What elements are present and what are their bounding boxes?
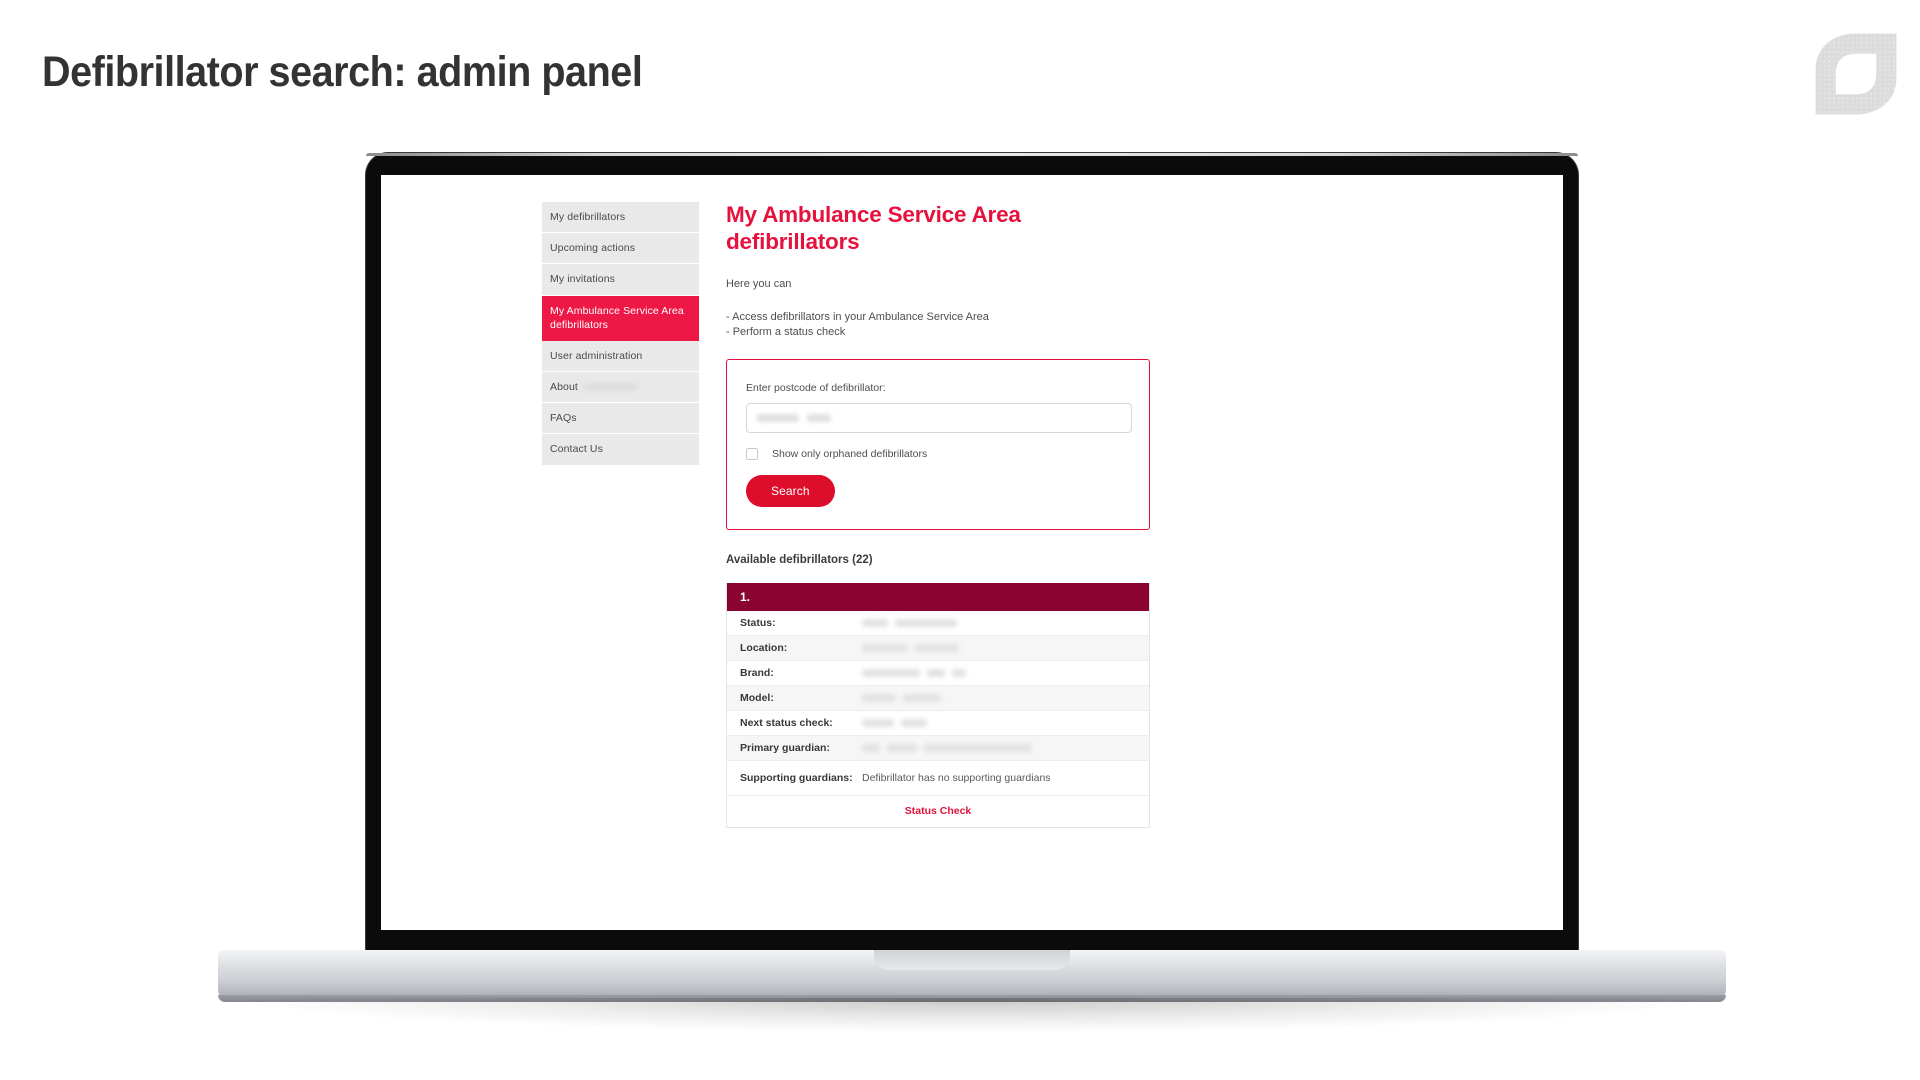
sidebar-item-label: User administration (550, 349, 643, 362)
sidebar-item-my-invitations[interactable]: My invitations (542, 264, 699, 296)
orphaned-checkbox-label: Show only orphaned defibrillators (772, 447, 928, 460)
postcode-input[interactable] (746, 402, 1132, 433)
row-key: Status: (740, 616, 776, 629)
capability-item: - Perform a status check (726, 326, 846, 339)
redacted-value (895, 618, 957, 627)
table-row: Model: (727, 685, 1149, 711)
redacted-value (924, 743, 1032, 752)
orphaned-checkbox[interactable] (746, 447, 758, 460)
redacted-placeholder (807, 413, 831, 422)
sidebar-item-label: My defibrillators (550, 211, 626, 223)
redacted-value (915, 643, 959, 652)
intro-text: Here you can (726, 278, 792, 291)
row-value: Defibrillator has no supporting guardian… (862, 771, 1051, 784)
card-index-header: 1. (727, 582, 1149, 611)
sidebar-item-upcoming-actions[interactable]: Upcoming actions (542, 233, 699, 265)
redacted-value (862, 743, 880, 752)
web-app: My defibrillators Upcoming actions My in… (381, 175, 1563, 930)
row-value (862, 667, 973, 679)
sidebar-item-ambulance-service-area-defibrillators[interactable]: My Ambulance Service Area defibrillators (542, 295, 699, 341)
status-check-link[interactable]: Status Check (727, 795, 1149, 827)
sidebar-item-label: Contact Us (550, 443, 603, 456)
postcode-label: Enter postcode of defibrillator: (746, 381, 886, 394)
redacted-value (927, 668, 945, 677)
slide-page: Defibrillator search: admin panel My def… (0, 0, 1920, 1080)
sidebar-item-faqs[interactable]: FAQs (542, 403, 699, 435)
redacted-value (901, 718, 927, 727)
table-row: Supporting guardians: Defibrillator has … (727, 760, 1149, 796)
leaf-logo-icon (1815, 33, 1897, 115)
redacted-value (862, 693, 896, 702)
row-key: Location: (740, 641, 788, 654)
redacted-value (903, 693, 941, 702)
table-row: Status: (727, 610, 1149, 636)
row-value (862, 642, 966, 654)
results-heading: Available defibrillators (22) (726, 553, 873, 566)
row-value (862, 617, 964, 629)
sidebar-item-label: FAQs (550, 412, 577, 425)
main-content: My Ambulance Service Area defibrillators… (726, 202, 1156, 828)
sidebar-item-my-defibrillators[interactable]: My defibrillators (542, 202, 699, 234)
row-key: Primary guardian: (740, 741, 830, 754)
redacted-value (862, 668, 920, 677)
row-key: Model: (740, 691, 774, 704)
laptop-base (218, 950, 1726, 1002)
redacted-value (887, 743, 917, 752)
sidebar-item-label: About (550, 381, 578, 394)
capability-item: - Access defibrillators in your Ambulanc… (726, 310, 989, 323)
redacted-text (582, 383, 637, 392)
redacted-value (952, 668, 966, 677)
search-button[interactable]: Search (746, 474, 835, 507)
row-value (862, 717, 934, 729)
sidebar-item-contact-us[interactable]: Contact Us (542, 434, 699, 464)
table-row: Primary guardian: (727, 735, 1149, 761)
sidebar-item-about[interactable]: About (542, 372, 699, 404)
sidebar-item-label: My invitations (550, 273, 616, 286)
row-value (862, 742, 1039, 754)
redacted-value (862, 643, 908, 652)
defibrillator-result-card: 1. Status: Location: Brand: Model: Next … (726, 582, 1150, 828)
table-row: Brand: (727, 660, 1149, 686)
sidebar: My defibrillators Upcoming actions My in… (542, 202, 699, 465)
laptop-mockup: My defibrillators Upcoming actions My in… (0, 140, 1920, 1040)
redacted-placeholder (757, 413, 799, 422)
sidebar-item-label: Upcoming actions (550, 242, 636, 255)
redacted-value (862, 618, 888, 627)
sidebar-item-label: My Ambulance Service Area defibrillators (550, 304, 684, 331)
laptop-screen: My defibrillators Upcoming actions My in… (381, 175, 1563, 930)
content-heading: My Ambulance Service Area defibrillators (726, 202, 1021, 254)
sidebar-item-user-administration[interactable]: User administration (542, 341, 699, 373)
redacted-value (862, 718, 894, 727)
table-row: Location: (727, 635, 1149, 661)
page-title: Defibrillator search: admin panel (42, 48, 643, 96)
row-key: Next status check: (740, 716, 833, 729)
orphaned-filter-row[interactable]: Show only orphaned defibrillators (746, 447, 1130, 460)
table-row: Next status check: (727, 710, 1149, 736)
search-panel: Enter postcode of defibrillator: Show on… (726, 358, 1150, 530)
row-value (862, 692, 948, 704)
capability-list: - Access defibrillators in your Ambulanc… (726, 310, 1156, 341)
row-key: Supporting guardians: (740, 771, 853, 784)
laptop-shadow (246, 998, 1698, 1032)
row-key: Brand: (740, 666, 774, 679)
